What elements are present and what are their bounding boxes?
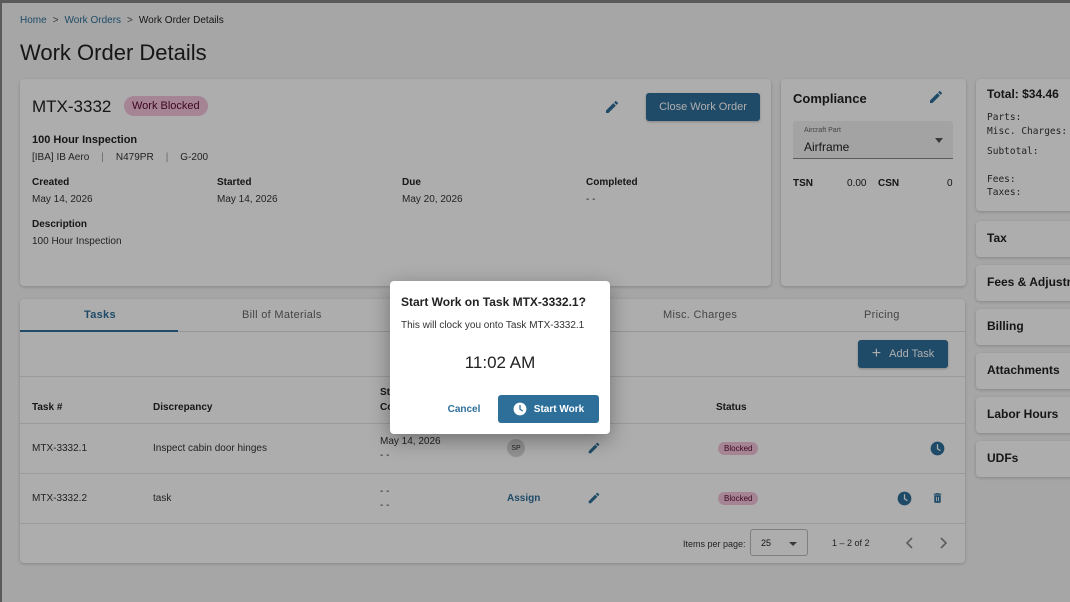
dialog-time: 11:02 AM (464, 353, 536, 372)
cancel-button[interactable]: Cancel (438, 396, 490, 422)
work-order-details-page: Home > Work Orders > Work Order Details … (0, 0, 1070, 602)
start-work-dialog: Start Work on Task MTX-3332.1? This will… (390, 281, 610, 434)
dialog-title: Start Work on Task MTX-3332.1? (401, 295, 586, 309)
start-work-button[interactable]: Start Work (498, 395, 599, 423)
clock-icon (513, 402, 527, 416)
dialog-body: This will clock you onto Task MTX-3332.1 (401, 320, 585, 331)
start-work-label: Start Work (533, 403, 585, 415)
